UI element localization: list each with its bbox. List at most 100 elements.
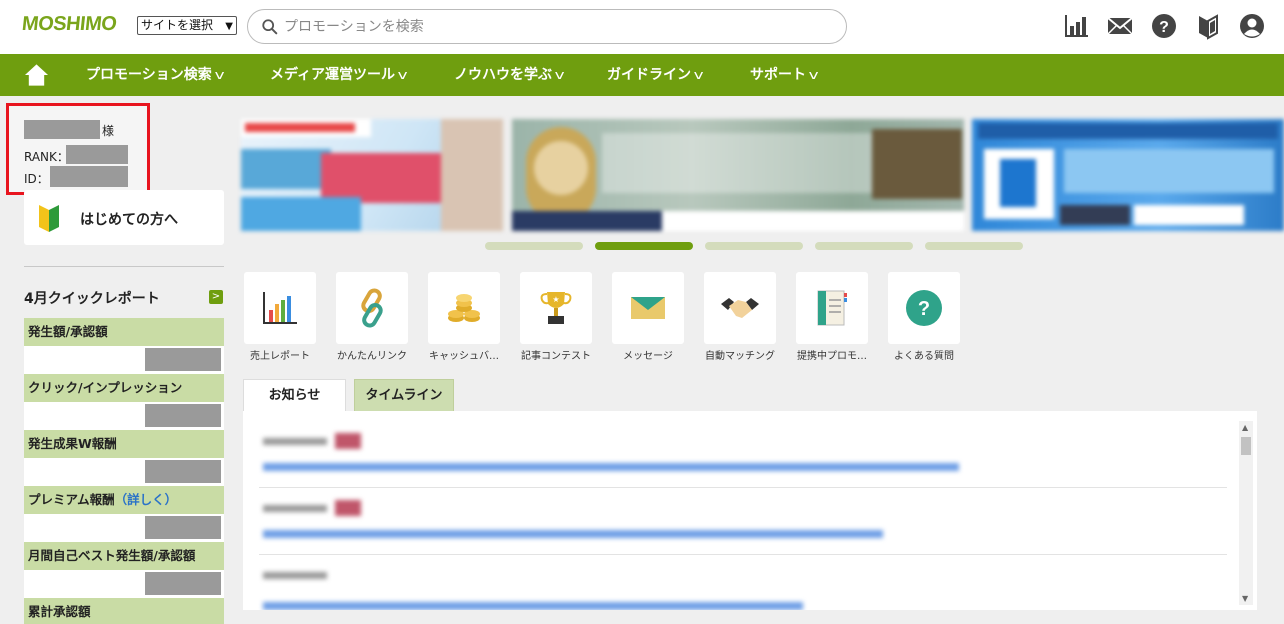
news-link-blur[interactable]	[263, 463, 959, 471]
chevron-down-icon: v	[214, 68, 225, 82]
quick-link-label: かんたんリンク	[337, 351, 407, 362]
quick-link-sales-report[interactable]	[244, 272, 316, 344]
id-label: ID：	[24, 172, 49, 186]
news-link-blur[interactable]	[263, 530, 883, 538]
metric-label: 発生額/承認額	[24, 318, 224, 346]
premium-details-link[interactable]: （詳しく）	[115, 492, 178, 507]
svg-text:?: ?	[1159, 19, 1169, 36]
redacted-value	[145, 348, 221, 371]
top-header: MOSHIMO サイトを選択 ▼ ?	[0, 0, 1284, 54]
banner-slide[interactable]	[972, 119, 1284, 231]
search-box[interactable]	[247, 9, 847, 44]
help-icon[interactable]: ?	[1150, 12, 1178, 40]
banner-dot-active[interactable]	[595, 242, 693, 250]
news-tag	[334, 433, 361, 449]
banner-decoration	[1134, 205, 1244, 225]
banner-decoration	[321, 153, 451, 203]
banner-decoration	[512, 211, 662, 231]
banner-slide[interactable]	[512, 119, 964, 231]
bar-chart-icon	[263, 292, 297, 324]
beginner-mark-icon	[39, 205, 59, 232]
envelope-icon	[631, 297, 665, 319]
news-item[interactable]	[263, 568, 1228, 610]
banner-decoration	[1060, 205, 1130, 225]
scroll-down-icon[interactable]: ▼	[1242, 594, 1248, 603]
nav-learn-knowhow[interactable]: ノウハウを学ぶ v	[454, 54, 565, 96]
redacted-rank	[66, 145, 128, 164]
moshimo-logo[interactable]: MOSHIMO	[21, 13, 118, 36]
first-visit-button[interactable]: はじめての方へ	[24, 190, 224, 245]
search-input[interactable]	[284, 16, 824, 38]
question-icon: ?	[906, 290, 942, 326]
quick-report-title: 4月クイックレポート	[24, 291, 160, 307]
banner-decoration	[1000, 159, 1036, 207]
beginner-mark-icon[interactable]	[1194, 12, 1222, 40]
user-account-icon[interactable]	[1238, 12, 1266, 40]
banner-decoration	[978, 123, 1278, 139]
handshake-icon	[721, 298, 759, 318]
news-scrollbar[interactable]: ▲ ▼	[1239, 421, 1253, 605]
banner-dot[interactable]	[815, 242, 913, 250]
news-item[interactable]	[263, 433, 1228, 471]
banner-dot[interactable]	[705, 242, 803, 250]
redacted-value	[145, 572, 221, 595]
report-chart-icon[interactable]	[1062, 12, 1090, 40]
user-info-box: 様 RANK： ID：	[6, 103, 150, 195]
quick-link-auto-matching[interactable]	[704, 272, 776, 344]
banner-dot[interactable]	[925, 242, 1023, 250]
chevron-right-icon[interactable]: >	[209, 290, 223, 304]
banner-decoration	[241, 197, 361, 231]
news-panel: ▲ ▼	[243, 411, 1257, 610]
banner-slide[interactable]	[241, 119, 503, 231]
metric-value	[24, 402, 224, 430]
quick-link-label: 売上レポート	[250, 351, 310, 362]
quick-link-cashback[interactable]	[428, 272, 500, 344]
news-date-blur	[263, 572, 327, 579]
nav-support[interactable]: サポート v	[750, 54, 819, 96]
metric-label: 発生成果W報酬	[24, 430, 224, 458]
quick-link-label: 提携中プロモ…	[797, 351, 867, 362]
news-tag	[334, 500, 361, 516]
banner-decoration	[534, 141, 588, 195]
quick-link-label: メッセージ	[623, 351, 673, 362]
quick-link-partnered-promotion[interactable]	[796, 272, 868, 344]
nav-promotion-search[interactable]: プロモーション検索 v	[86, 54, 225, 96]
chain-link-icon	[361, 288, 383, 328]
first-visit-label: はじめての方へ	[80, 212, 178, 228]
banner-dot[interactable]	[485, 242, 583, 250]
metric-label-premium: プレミアム報酬（詳しく）	[24, 486, 224, 514]
quick-link-article-contest[interactable]: ★	[520, 272, 592, 344]
chevron-down-icon: ▼	[225, 21, 233, 32]
quick-link-easy-link[interactable]	[336, 272, 408, 344]
main-nav: プロモーション検索 v メディア運営ツール v ノウハウを学ぶ v ガイドライン v サ…	[0, 54, 1284, 96]
mail-icon[interactable]	[1106, 12, 1134, 40]
redacted-value	[145, 516, 221, 539]
banner-decoration	[441, 119, 503, 231]
banner-decoration	[245, 123, 355, 132]
banner-decoration	[1064, 149, 1274, 193]
metric-label: 累計承認額	[24, 598, 224, 624]
banner-decoration	[602, 133, 872, 193]
news-date-blur	[263, 437, 327, 445]
metric-value	[24, 458, 224, 486]
news-link-blur[interactable]	[263, 602, 803, 610]
banner-decoration	[872, 129, 962, 199]
news-item[interactable]	[263, 500, 1228, 538]
quick-link-label: よくある質問	[894, 351, 954, 362]
trophy-icon: ★	[540, 292, 572, 324]
site-select-dropdown[interactable]: サイトを選択 ▼	[137, 16, 237, 35]
nav-guidelines[interactable]: ガイドライン v	[607, 54, 704, 96]
redacted-id	[50, 166, 128, 187]
chevron-down-icon: v	[693, 68, 704, 82]
nav-media-tools[interactable]: メディア運営ツール v	[270, 54, 408, 96]
quick-link-message[interactable]	[612, 272, 684, 344]
metric-label: 月間自己ベスト発生額/承認額	[24, 542, 224, 570]
home-icon[interactable]	[24, 63, 49, 87]
tab-news[interactable]: お知らせ	[243, 379, 346, 412]
quick-link-faq[interactable]: ?	[888, 272, 960, 344]
news-divider	[259, 554, 1227, 555]
scroll-up-icon[interactable]: ▲	[1242, 423, 1248, 432]
coins-icon	[448, 294, 480, 322]
scrollbar-thumb[interactable]	[1241, 437, 1251, 455]
tab-timeline[interactable]: タイムライン	[354, 379, 454, 411]
